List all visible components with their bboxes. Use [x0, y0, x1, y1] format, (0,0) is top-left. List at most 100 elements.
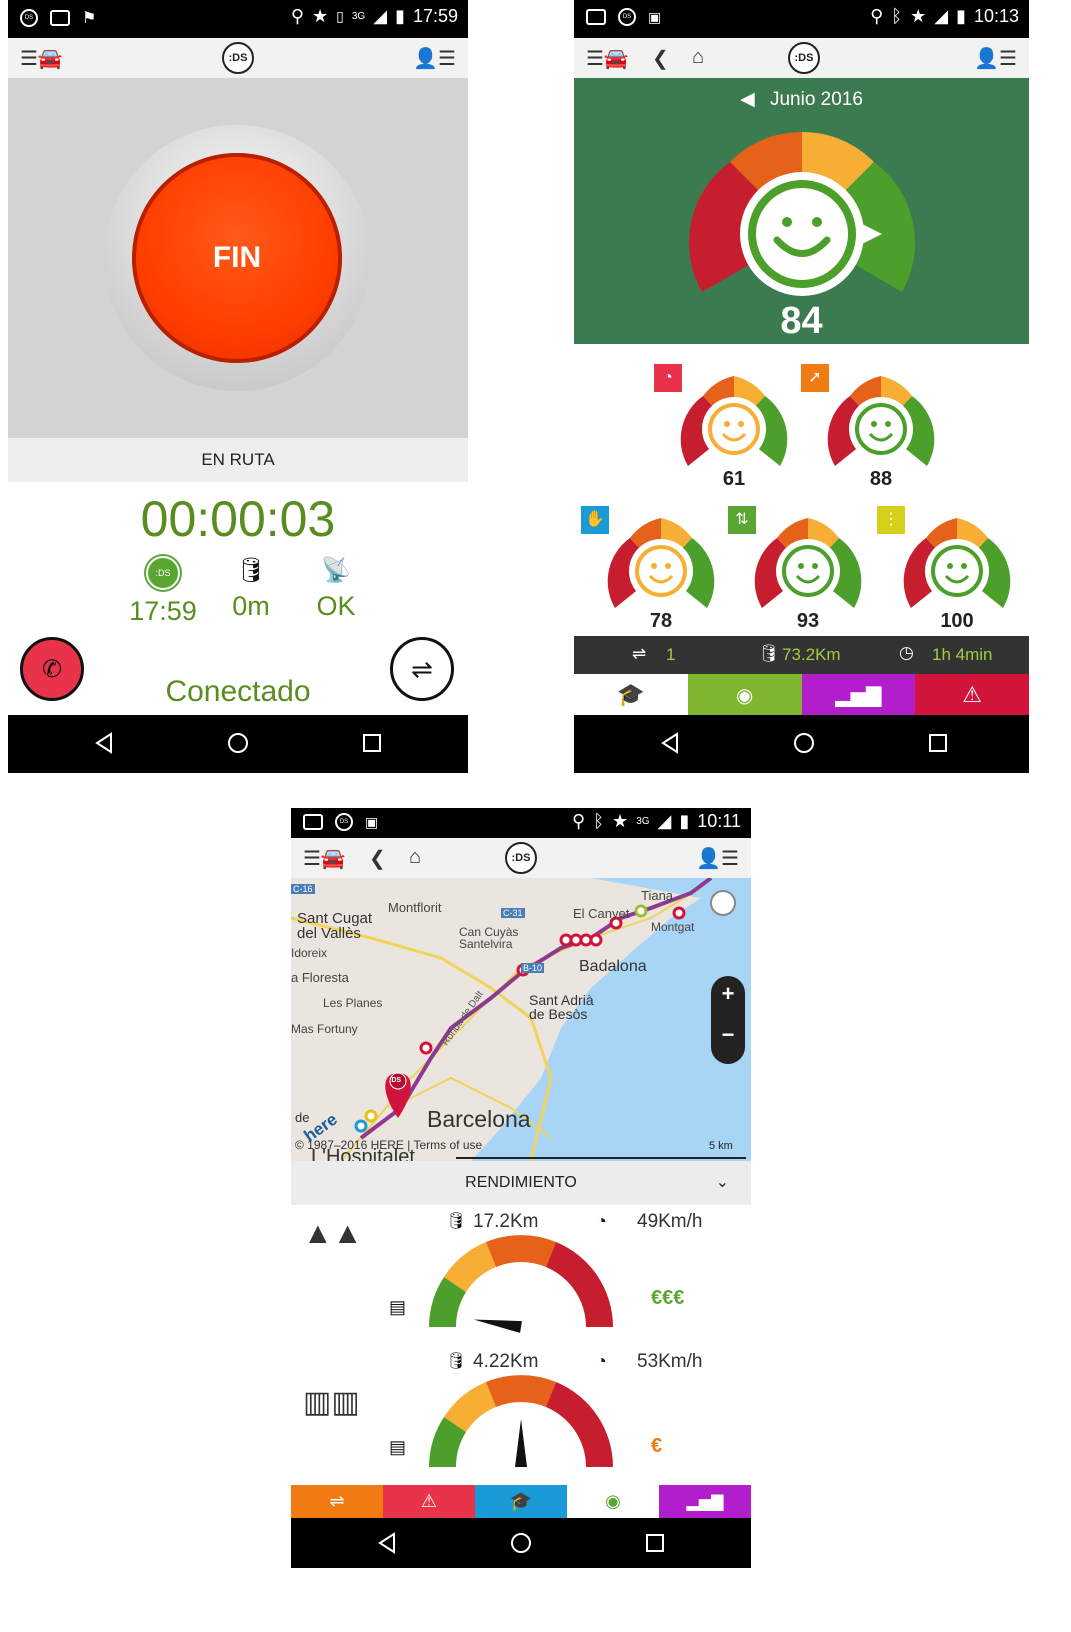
performance-row: ▥▥ 🛢 4.22Km ◔ 53Km/h ▤ € — [291, 1345, 751, 1485]
fin-button[interactable]: FIN — [132, 153, 342, 363]
info-gps: 📡 OK — [296, 556, 376, 622]
odometer-icon: 🛢 — [235, 557, 267, 584]
score-gauge-arc — [680, 376, 788, 466]
tab-stats[interactable]: ▂▅▇ — [801, 674, 916, 716]
home-icon[interactable]: ⌂ — [409, 846, 421, 869]
locate-button[interactable] — [711, 891, 735, 915]
home-icon[interactable]: ⌂ — [692, 46, 704, 69]
sub-score-gauge[interactable]: ⇅ 93 — [728, 502, 873, 636]
recents-icon[interactable] — [360, 731, 384, 755]
user-menu-icon[interactable]: 👤☰ — [974, 46, 1017, 71]
menu-car-icon[interactable]: ☰🚘 — [20, 46, 63, 71]
location-icon: ⚲ — [870, 6, 884, 26]
back-arrow-icon[interactable]: ❮ — [369, 846, 386, 871]
home-icon[interactable] — [509, 1531, 533, 1555]
info-distance-value: 0m — [232, 591, 270, 621]
info-time-value: 17:59 — [129, 596, 197, 626]
phone-score-summary: DS ▣ ⚲ ᛒ ★ ◢ ▮ 10:13 ☰🚘 ❮ ⌂ :DS 👤☰ ◀ Jun… — [574, 0, 1029, 773]
performance-header[interactable]: RENDIMIENTO ⌄ — [291, 1161, 751, 1205]
section-title: RENDIMIENTO — [465, 1174, 577, 1191]
map-label: El Canyet — [573, 906, 630, 921]
performance-rows: ▲▲ 🛢 17.2Km ◔ 49Km/h ▤ €€€ ▥▥ 🛢 4.22Km ◔… — [291, 1205, 751, 1485]
back-icon[interactable] — [375, 1531, 399, 1555]
summary-bar: ⇌ 1 🛢 73.2Km ◷ 1h 4min — [574, 636, 1029, 674]
bar-chart-icon: ▂▅▇ — [686, 1493, 724, 1511]
route-start-pin[interactable]: :DS — [389, 1077, 401, 1084]
sub-score-gauge[interactable]: ✋ 78 — [581, 502, 726, 636]
menu-car-icon[interactable]: ☰🚘 — [586, 46, 629, 71]
sub-score-gauge[interactable]: ◔ 61 — [654, 360, 799, 494]
back-icon[interactable] — [92, 731, 116, 755]
android-nav-bar — [574, 715, 1029, 773]
status-bar: DS ▣ ⚲ ᛒ ★ ◢ ▮ 10:13 — [574, 0, 1029, 38]
map-copyright[interactable]: © 1987–2016 HERE | Terms of use — [295, 1138, 482, 1152]
sub-score-value: 100 — [940, 610, 974, 632]
tab-training[interactable]: 🎓 — [574, 674, 688, 716]
app-bar: ☰🚘 ❮ ⌂ :DS 👤☰ — [574, 38, 1029, 78]
bottom-tabs: ⇌ ⚠ 🎓 ◉ ▂▅▇ — [291, 1485, 751, 1518]
bluetooth-icon: ᛒ — [891, 6, 903, 26]
gauge-needle — [515, 1419, 527, 1467]
distance-value: 73.2Km — [782, 645, 841, 664]
sub-score-gauge[interactable]: ⋮ 100 — [877, 502, 1022, 636]
route-map[interactable]: Montflorit Tiana Sant Cugat del Vallès E… — [291, 878, 751, 1161]
image-notification-icon — [586, 9, 606, 25]
android-nav-bar — [8, 715, 468, 773]
status-time: 17:59 — [412, 6, 458, 26]
graduation-cap-icon: 🎓 — [617, 682, 645, 707]
speedometer-icon: ◔ — [654, 364, 682, 392]
trip-timer: 00:00:03 — [140, 491, 336, 547]
score-gauge-arc — [754, 518, 862, 608]
recents-icon[interactable] — [926, 731, 950, 755]
tab-eco[interactable]: ◉ — [567, 1485, 659, 1518]
map-label: Montgat — [651, 920, 695, 934]
sub-scores: ◔ 61 ➚ 88 ✋ 78 ⇅ 93 ⋮ 100 — [574, 360, 1029, 636]
score-header: ◀ Junio 2016 84 — [574, 78, 1029, 344]
home-icon[interactable] — [226, 731, 250, 755]
home-icon[interactable] — [792, 731, 816, 755]
checkered-flag-icon: ⚑ — [82, 10, 97, 27]
ds-notification-icon: DS — [335, 813, 353, 831]
clock-icon: ◷ — [899, 643, 914, 662]
zoom-out-button[interactable]: − — [711, 1022, 745, 1058]
ds-logo[interactable]: :DS — [505, 842, 537, 874]
zoom-in-button[interactable]: + — [711, 981, 745, 1017]
ds-logo[interactable]: :DS — [788, 42, 820, 74]
tab-routes[interactable]: ⇌ — [291, 1485, 383, 1518]
menu-car-icon[interactable]: ☰🚘 — [303, 846, 346, 871]
image-notification-icon — [303, 814, 323, 830]
bluetooth-icon: ᛒ — [593, 811, 605, 831]
main-score-value: 84 — [780, 300, 823, 342]
map-label: Mas Fortuny — [291, 1022, 358, 1036]
performance-row: ▲▲ 🛢 17.2Km ◔ 49Km/h ▤ €€€ — [291, 1205, 751, 1345]
cost-gauge — [429, 1235, 613, 1333]
signal-icon: ◢ — [373, 6, 388, 26]
route-button[interactable]: ⇌ — [390, 637, 454, 701]
tab-alerts[interactable]: ⚠ — [383, 1485, 475, 1518]
chevron-down-icon[interactable]: ⌄ — [716, 1161, 729, 1205]
sub-score-gauge[interactable]: ➚ 88 — [801, 360, 946, 494]
prev-month-icon[interactable]: ◀ — [740, 89, 755, 110]
duration-value: 1h 4min — [932, 645, 993, 664]
map-label: Barcelona — [427, 1106, 531, 1132]
tab-stats[interactable]: ▂▅▇ — [659, 1485, 751, 1518]
ds-logo[interactable]: :DS — [222, 42, 254, 74]
tab-alerts[interactable]: ⚠ — [915, 674, 1029, 716]
trips-count: 1 — [666, 645, 676, 664]
satellite-icon: 📡 — [321, 557, 351, 584]
map-label: B-10 — [521, 963, 545, 973]
tab-eco[interactable]: ◉ — [687, 674, 802, 716]
map-label: C-16 — [291, 884, 315, 894]
mountain-icon: ▲▲ — [303, 1217, 363, 1250]
tab-training[interactable]: 🎓 — [475, 1485, 567, 1518]
map-label: Can Cuyàs Santelvira — [459, 925, 519, 951]
signal-icon: ◢ — [657, 811, 672, 831]
back-arrow-icon[interactable]: ❮ — [652, 46, 669, 71]
back-icon[interactable] — [658, 731, 682, 755]
signal-icon: ◢ — [934, 6, 949, 26]
user-menu-icon[interactable]: 👤☰ — [413, 46, 456, 71]
month-selector[interactable]: ◀ Junio 2016 — [574, 88, 1029, 111]
recents-icon[interactable] — [643, 1531, 667, 1555]
network-type: 3G — [351, 11, 366, 22]
user-menu-icon[interactable]: 👤☰ — [696, 846, 739, 871]
